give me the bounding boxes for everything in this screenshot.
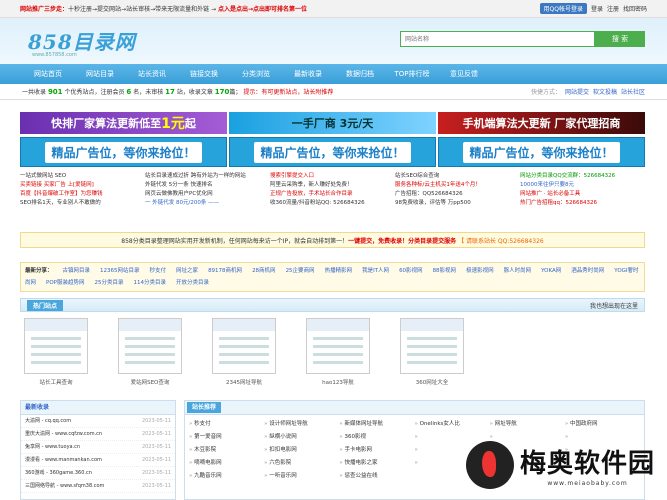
site-logo[interactable]: 858目录网: [28, 26, 136, 55]
thumb-site[interactable]: 站长工具查询: [24, 318, 88, 386]
thumb-site[interactable]: 360网址大全: [400, 318, 464, 386]
link-col-2: 站长目录速成过折 跨有外站为一样的网站 外链代发 5分一条 快速排名 网页云做佛教用…: [145, 173, 246, 206]
recommend-link[interactable]: Onelinks女人比: [414, 419, 489, 430]
notice-red2: 点入是点出→点出即可排名第一位: [217, 6, 307, 13]
thumb-site[interactable]: 2345网址导航: [212, 318, 276, 386]
stats-hint: 提示：有可更新站点，站长附推荐: [243, 89, 334, 96]
recommend-link[interactable]: 九酷音乐网: [189, 471, 264, 482]
nav-archive[interactable]: 数据归档: [334, 69, 386, 79]
list-item[interactable]: 兔享网 - www.tuoya.cn 2023-05-11: [21, 441, 175, 454]
hot-sites-thumbs: 站长工具查询 爱站网SEO查询 2345网址导航 hao123导航 360网址大…: [24, 318, 644, 386]
quick-links: 快捷方式： 网站提交 软文投稿 站长社区: [530, 89, 645, 96]
site-screenshot: [212, 318, 276, 374]
list-item[interactable]: 360游戏 - 360game.360.cn 2023-05-11: [21, 467, 175, 480]
recommend-link[interactable]: 设计师网址导航: [264, 419, 339, 430]
recommend-link[interactable]: 纵横小说网: [264, 432, 339, 443]
nav-latest[interactable]: 最新收录: [282, 69, 334, 79]
watermark-url: www.meiaobaby.com: [547, 480, 628, 487]
ad-banner-3[interactable]: 手机端算法大更新 厂家代理招商: [438, 112, 645, 134]
recommend-link[interactable]: 手卡电影网: [339, 445, 414, 456]
search-input[interactable]: [400, 31, 595, 47]
notice-red: 网站推广三步走：: [20, 6, 69, 13]
recommend-title: 站长推荐: [187, 402, 222, 413]
main-nav: 网站首页 网站目录 站长资讯 链接交换 分类浏览 最新收录 数据归档 TOP排行…: [0, 64, 667, 84]
watermark-logo-icon: [466, 441, 514, 489]
recommend-link[interactable]: 网址导航: [490, 419, 565, 430]
list-item[interactable]: 大渝网 - cq.qq.com 2023-05-11: [21, 415, 175, 428]
member-count: 6: [126, 88, 132, 96]
text-ad-links: 一站式做网站 SEO 买卖链接 买家厂告 上[爱链网] 百度【抖音爆破工作室】为您赚…: [20, 172, 645, 208]
logo-url: www.857858.com: [32, 52, 77, 58]
thumb-site[interactable]: hao123导航: [306, 318, 370, 386]
hot-sites-title: 热门站点: [27, 299, 64, 311]
recommend-link[interactable]: 一听音乐网: [264, 471, 339, 482]
ad-spot-1[interactable]: 精品广告位，等你来抢位！: [20, 137, 227, 167]
recommend-link[interactable]: 六色影院: [264, 458, 339, 469]
recommend-link[interactable]: 惩查公益在线: [339, 471, 414, 482]
login-link[interactable]: 登录: [591, 4, 603, 13]
site-screenshot: [306, 318, 370, 374]
qq-login-button[interactable]: 用QQ帐号登录: [539, 3, 587, 14]
stats-bar: 一共收录 901 个优秀站点，注册会员 6 名，未审核 17 站，收录文章 17…: [0, 84, 667, 100]
watermark-text: 梅奥软件园: [520, 449, 656, 479]
recommend-link[interactable]: 嘀嘀电影网: [189, 458, 264, 469]
quick-community[interactable]: 站长社区: [621, 89, 645, 96]
nav-home[interactable]: 网站首页: [22, 69, 74, 79]
hot-sites-header: 热门站点 我也想出现在这里: [20, 298, 645, 312]
link-col-1: 一站式做网站 SEO 买卖链接 买家厂告 上[爱链网] 百度【抖音爆破工作室】为您赚…: [20, 173, 103, 206]
promo-notice: 网站推广三步走：十秒注册→提交网站→站长审核→带来无限流量和外链 → 点入是点出…: [20, 4, 307, 13]
pending-count: 17: [165, 88, 175, 96]
quick-submit[interactable]: 网站提交: [565, 89, 589, 96]
notice-text: 十秒注册→提交网站→站长审核→带来无限流量和外链 →: [68, 6, 217, 13]
recommend-link[interactable]: 木豆影院: [189, 445, 264, 456]
quick-article[interactable]: 软文投稿: [593, 89, 617, 96]
recommend-link[interactable]: 扣扣电影网: [264, 445, 339, 456]
nav-categories[interactable]: 分类浏览: [230, 69, 282, 79]
list-item[interactable]: 重庆大渝网 - www.cqfzw.com.cn 2023-05-11: [21, 428, 175, 441]
promo-banner: 858分类目录整理网站实用开发新机制，任何网站每来访一个IP，就会自动排到第一！…: [20, 232, 645, 248]
stats-text: 一共收录 901 个优秀站点，注册会员 6 名，未审核 17 站，收录文章 17…: [22, 88, 334, 96]
search-button[interactable]: 搜 索: [595, 31, 645, 47]
nav-feedback[interactable]: 意见反馈: [438, 69, 490, 79]
link-col-3: 搜索引擎提交入口 阿里云采购季，新人赚好处免费！ 正规广告投放，手术站长合作目录 收3…: [270, 173, 365, 206]
link-col-4: 站长SEO综合查询 服务各种标/云主机买1年送4个月！ 广告招租：QQ5266843…: [395, 173, 481, 206]
ad-spot-2[interactable]: 精品广告位，等你来抢位！: [229, 137, 436, 167]
site-screenshot: [24, 318, 88, 374]
recommend-link[interactable]: 快播电影之家: [339, 458, 414, 469]
watermark: 梅奥软件园 www.meiaobaby.com: [466, 434, 661, 496]
recommend-link[interactable]: 秒支付: [189, 419, 264, 430]
forgot-password-link[interactable]: 找回密码: [623, 4, 647, 13]
ad-spot-3[interactable]: 精品广告位，等你来抢位！: [438, 137, 645, 167]
recommend-link[interactable]: 第一爱音网: [189, 432, 264, 443]
link-col-5: 网站分类目录QQ交流群：526684326 10000来往伊只要8元 网站推广 · …: [520, 173, 616, 206]
recommend-link[interactable]: 360影视: [339, 432, 414, 443]
header: 858目录网 www.857858.com 搜 索: [0, 18, 667, 64]
list-item[interactable]: 漫漫看 - www.manmankan.com 2023-05-11: [21, 454, 175, 467]
recommend-link[interactable]: 中国政府网: [565, 419, 640, 430]
latest-share: 最新分享： 古镇网目录 12365网站目录 秒支付 网址之家 89178商机网 28商机网 2…: [20, 262, 645, 292]
latest-title: 最新收录: [21, 401, 175, 415]
article-count: 170: [214, 88, 230, 96]
ad-banner-2[interactable]: 一手厂商 3元/天: [229, 112, 436, 134]
site-screenshot: [118, 318, 182, 374]
recommend-link[interactable]: 新媒体网址导航: [339, 419, 414, 430]
top-bar: 网站推广三步走：十秒注册→提交网站→站长审核→带来无限流量和外链 → 点入是点出…: [0, 0, 667, 18]
search-bar: 搜 索: [400, 31, 645, 47]
thumb-site[interactable]: 爱站网SEO查询: [118, 318, 182, 386]
nav-news[interactable]: 站长资讯: [126, 69, 178, 79]
site-count: 901: [47, 88, 63, 96]
list-item[interactable]: 三国网络导航 - www.sfqm38.com 2023-05-11: [21, 480, 175, 493]
appear-here-link[interactable]: 我也想出现在这里: [590, 301, 638, 310]
ad-area: 快排厂家算法更新低至 1元起 一手厂商 3元/天 手机端算法大更新 厂家代理招商 …: [20, 112, 645, 170]
register-link[interactable]: 注册: [607, 4, 619, 13]
latest-sites-panel: 最新收录 大渝网 - cq.qq.com 2023-05-11 重庆大渝网 - w…: [20, 400, 176, 500]
nav-link-exchange[interactable]: 链接交换: [178, 69, 230, 79]
ad-banner-1[interactable]: 快排厂家算法更新低至 1元起: [20, 112, 227, 134]
nav-top[interactable]: TOP排行榜: [386, 69, 438, 79]
site-screenshot: [400, 318, 464, 374]
nav-directory[interactable]: 网站目录: [74, 69, 126, 79]
